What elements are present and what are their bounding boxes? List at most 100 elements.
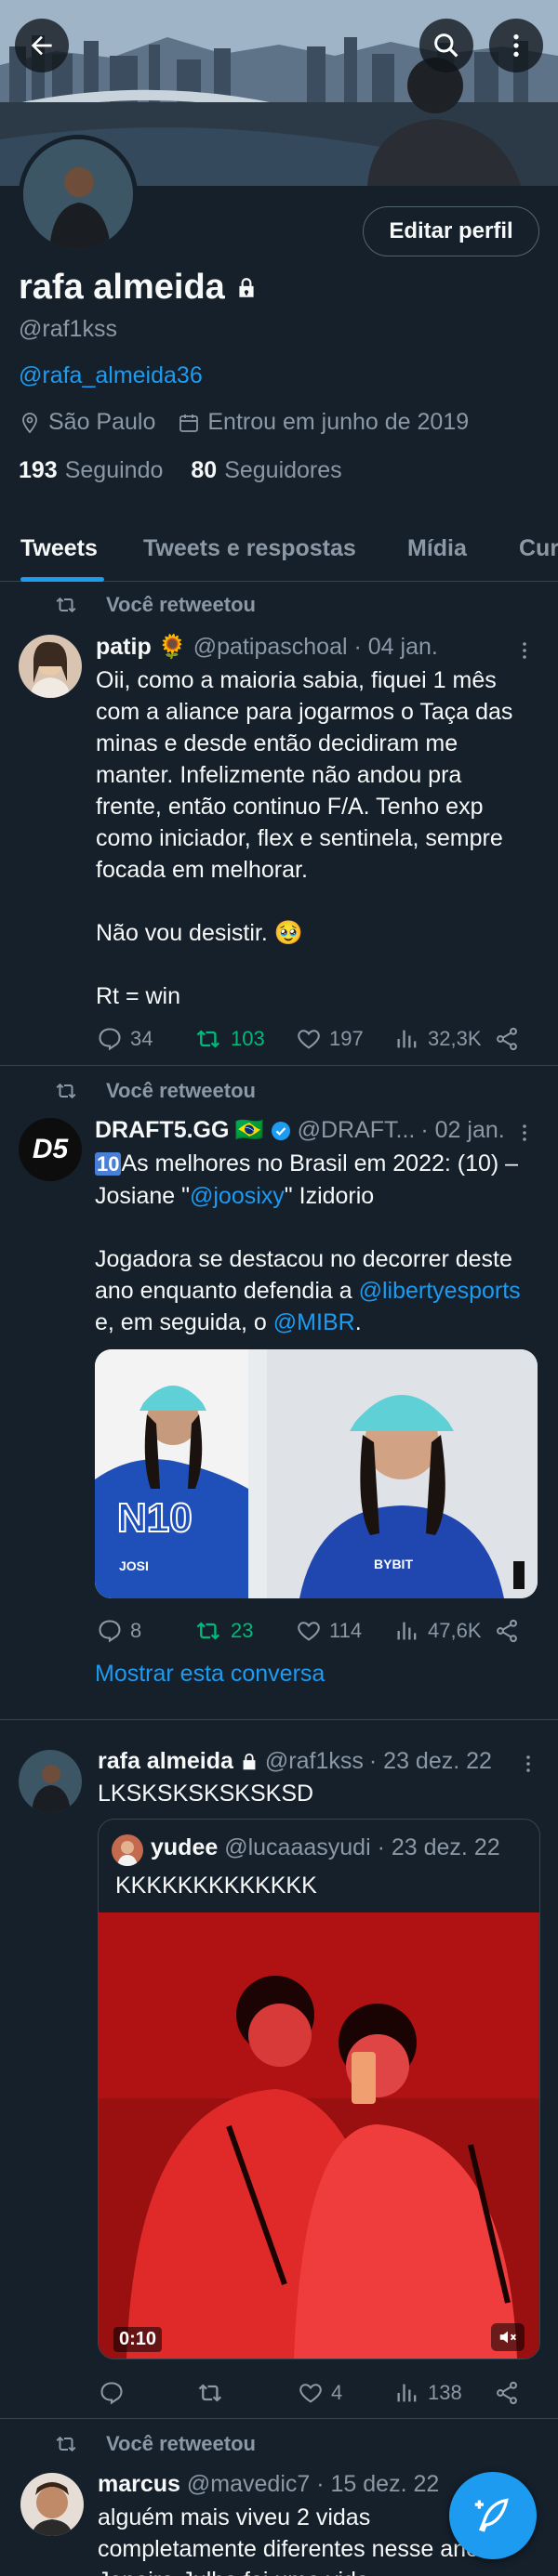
retweet-button[interactable] [197,2380,225,2406]
share-button[interactable] [494,1618,520,1644]
share-icon [497,1027,517,1051]
tweet-avatar[interactable]: D5 [19,1118,82,1181]
tweet-line: alguém mais viveu 2 vidas [98,2504,371,2530]
tweet-avatar[interactable] [20,2473,84,2536]
views-button[interactable]: 138 [394,2380,462,2406]
author-handle[interactable]: @patipaschoal [193,634,348,660]
tweet-image[interactable]: BYBIT N10 JOSI [95,1349,538,1598]
more-vertical-icon[interactable] [513,639,536,662]
image-player-name: JOSI [119,1558,149,1573]
tweet-date[interactable]: · 02 jan. [420,1117,504,1144]
author-handle[interactable]: @DRAFT... [298,1117,416,1144]
like-button[interactable]: 114 [296,1618,362,1644]
tweet-line: e, em seguida, o @MIBR. [95,1307,551,1338]
author-handle[interactable]: @raf1kss [265,1748,364,1775]
reply-button[interactable]: 34 [97,1026,153,1052]
retweet-indicator: Você retweetou [56,2432,256,2456]
tab-likes[interactable]: Cur [519,516,558,581]
retweet-label: Você retweetou [106,2432,256,2455]
like-count: 114 [329,1619,363,1642]
bio-link[interactable]: @rafa_almeida36 [19,362,203,389]
views-icon [397,2384,417,2402]
mute-button[interactable] [491,2323,525,2351]
retweet-icon [56,1083,76,1099]
back-button[interactable] [15,19,69,72]
tweet-line-text: . [354,1309,362,1335]
views-icon [397,1622,417,1640]
tweet-avatar[interactable] [19,635,82,698]
video-duration: 0:10 [113,2327,163,2352]
back-arrow-icon [31,35,52,56]
share-icon [497,2381,517,2405]
tweet-card[interactable]: rafa almeida @raf1kss · 23 dez. 22 LKSKS… [0,1720,558,2417]
quote-tweet[interactable]: yudee @lucaaasyudi · 23 dez. 22 KKKKKKKK… [98,1819,540,2359]
tab-tweets[interactable]: Tweets [20,516,98,581]
author-name[interactable]: patip [96,634,152,660]
compose-tweet-button[interactable] [449,2472,537,2559]
tweet-date[interactable]: · 04 jan. [353,634,437,660]
tweet-card[interactable]: Você retweetou D5 DRAFT5.GG 🇧🇷 @DRAFT...… [0,1066,558,1716]
author-name[interactable]: DRAFT5.GG [95,1117,229,1144]
show-thread-link[interactable]: Mostrar esta conversa [95,1661,325,1688]
like-button[interactable]: 4 [298,2380,342,2406]
tweet-header: DRAFT5.GG 🇧🇷 @DRAFT... · 02 jan. [95,1117,505,1144]
author-handle[interactable]: @mavedic7 [187,2471,310,2497]
tweet-line-text: " Izidorio [284,1183,375,1209]
search-icon [434,33,458,58]
followers-count[interactable]: 80 [191,457,217,484]
tweet-actions: 34 103 197 32,3K [0,1020,558,1058]
avatar-photo [23,139,133,249]
follow-stats: 193 Seguindo 80 Seguidores [19,457,342,484]
joined-text: Entrou em junho de 2019 [207,409,470,435]
views-button[interactable]: 32,3K [394,1026,482,1052]
like-button[interactable]: 197 [296,1026,364,1052]
reply-button[interactable] [99,2380,125,2406]
author-name[interactable]: rafa almeida [98,1748,233,1775]
lock-icon [239,277,254,297]
tweet-line: 10As melhores no Brasil em 2022: (10) – [95,1148,551,1180]
retweet-indicator: Você retweetou [56,1079,256,1103]
retweet-button[interactable]: 103 [195,1026,265,1052]
edit-profile-button[interactable]: Editar perfil [363,206,539,256]
following-count[interactable]: 193 [19,457,58,484]
tweet-date[interactable]: · 15 dez. 22 [316,2471,439,2497]
retweet-button[interactable]: 23 [195,1618,253,1644]
more-options-button[interactable] [489,19,543,72]
share-button[interactable] [494,2380,520,2406]
tab-tweets-replies[interactable]: Tweets e respostas [143,516,356,581]
profile-avatar[interactable] [19,135,138,254]
mention-link[interactable]: @libertyesports [359,1278,521,1304]
tweet-line: com a aliance para jogarmos o Taça das [96,699,513,725]
author-name[interactable]: marcus [98,2471,180,2497]
quote-video[interactable]: 0:10 [99,1912,539,2359]
tweet-card[interactable]: Você retweetou patip 🌻 @patipaschoal · 0… [0,582,558,1065]
tweet-date[interactable]: · 23 dez. 22 [369,1748,492,1775]
tweet-line: manter. Infelizmente não andou pra [96,762,462,788]
quote-text: KKKKKKKKKKKKK [115,1873,317,1899]
more-vertical-icon[interactable] [513,1122,536,1144]
mention-link[interactable]: @joosixy [190,1183,285,1209]
reply-icon [100,2382,123,2405]
retweet-icon [56,2436,76,2452]
views-button[interactable]: 47,6K [394,1618,482,1644]
location-text: São Paulo [48,409,156,435]
tab-media[interactable]: Mídia [407,516,467,581]
tweet-avatar[interactable] [19,1750,82,1813]
quote-date: · 23 dez. 22 [377,1834,500,1860]
views-icon [397,1030,417,1048]
reply-icon [99,1620,121,1643]
tweet-line: Josiane "@joosixy" Izidorio [95,1180,551,1212]
more-vertical-icon[interactable] [517,1753,539,1775]
profile-tabs: Tweets Tweets e respostas Mídia Cur [0,516,558,582]
search-button[interactable] [419,19,473,72]
followers-label[interactable]: Seguidores [224,457,341,484]
tweet-text: alguém mais viveu 2 vidas completamente … [98,2502,492,2576]
share-button[interactable] [494,1026,520,1052]
following-label[interactable]: Seguindo [65,457,164,484]
mention-link[interactable]: @MIBR [273,1309,355,1335]
tweet-line: Oii, como a maioria sabia, fiquei 1 mês [96,667,497,693]
location-pin-icon [22,412,37,433]
reply-button[interactable]: 8 [97,1618,141,1644]
